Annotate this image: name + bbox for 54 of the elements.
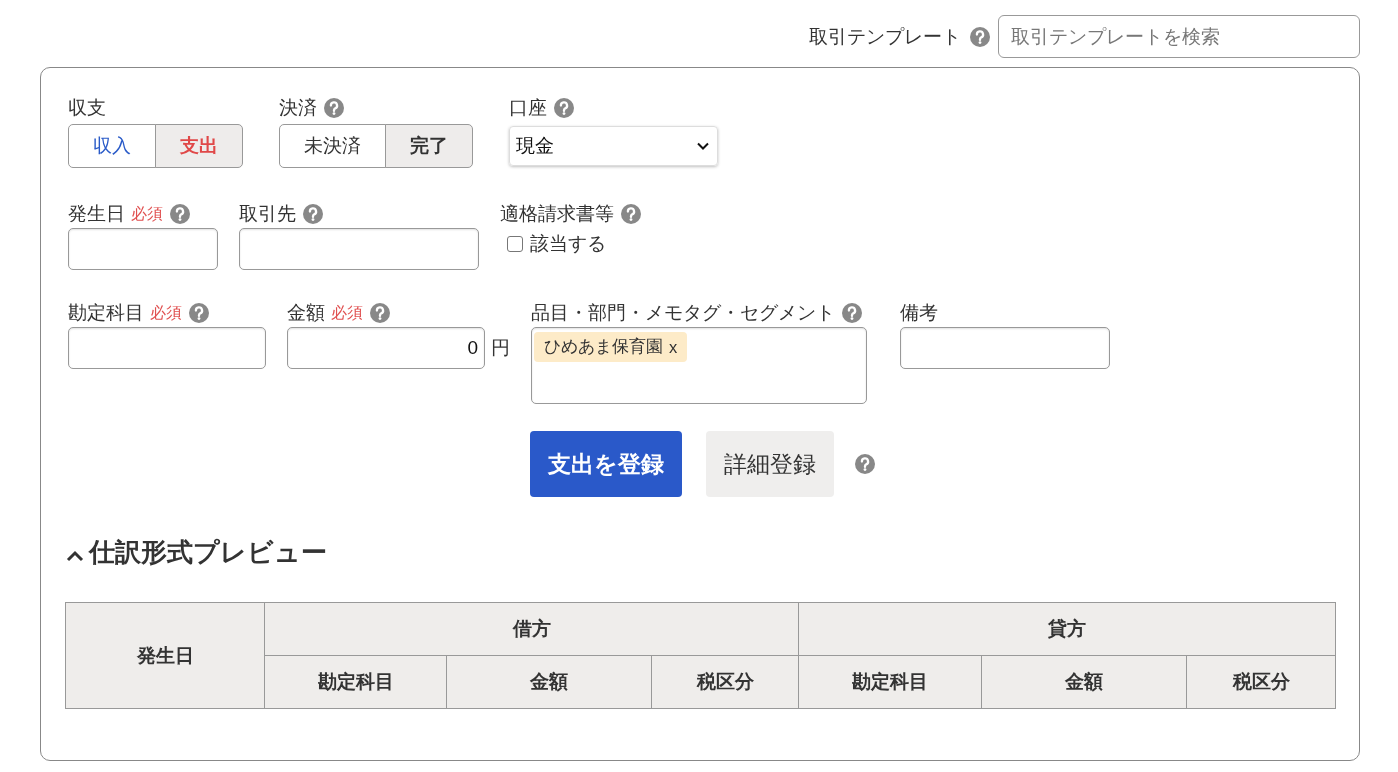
tag-label: ひめあま保育園 — [544, 336, 663, 357]
field-label: 収支 — [68, 96, 106, 120]
unit-label: 円 — [491, 336, 510, 360]
toggle-option[interactable]: 完了 — [385, 124, 473, 168]
account-select[interactable]: 現金 — [509, 126, 718, 166]
help-icon[interactable] — [621, 204, 641, 224]
field-label: 金額 — [287, 301, 325, 325]
field-label: 取引先 — [239, 202, 296, 226]
field-label: 発生日 — [68, 202, 125, 226]
help-icon[interactable] — [842, 303, 862, 323]
help-icon[interactable] — [370, 303, 390, 323]
field-label: 決済 — [279, 96, 317, 120]
field-label: 備考 — [900, 301, 938, 325]
help-icon[interactable] — [554, 98, 574, 118]
input-field[interactable] — [68, 327, 266, 369]
input-field[interactable] — [239, 228, 479, 270]
checkbox-label[interactable]: 該当する — [530, 231, 606, 257]
amount-field[interactable]: 0 — [287, 327, 485, 369]
column-header: 勘定科目 — [264, 655, 447, 709]
column-header: 金額 — [446, 655, 652, 709]
input-field[interactable] — [900, 327, 1110, 369]
column-header: 税区分 — [1186, 655, 1336, 709]
help-icon[interactable] — [970, 26, 990, 47]
column-header: 勘定科目 — [798, 655, 982, 709]
input-field[interactable] — [68, 228, 218, 270]
required-label: 必須 — [131, 203, 163, 224]
detail-register-button[interactable]: 詳細登録 — [706, 431, 834, 497]
toggle-option[interactable]: 未決済 — [279, 124, 386, 168]
column-header: 発生日 — [65, 602, 265, 709]
field-label: 勘定科目 — [68, 301, 144, 325]
field-label: 口座 — [509, 96, 547, 120]
required-label: 必須 — [150, 302, 182, 323]
remove-tag-button[interactable]: x — [669, 337, 678, 357]
chevron-down-icon — [697, 142, 709, 150]
help-icon[interactable] — [303, 204, 323, 224]
column-header: 借方 — [264, 602, 799, 656]
required-label: 必須 — [331, 302, 363, 323]
checkbox[interactable] — [507, 236, 523, 252]
section-title: 仕訳形式プレビュー — [89, 535, 327, 569]
tags-field[interactable]: ひめあま保育園 x — [531, 327, 867, 404]
search-field[interactable]: 取引テンプレートを検索 — [998, 15, 1360, 58]
column-header: 税区分 — [651, 655, 799, 709]
help-icon[interactable] — [855, 454, 875, 474]
help-icon[interactable] — [170, 204, 190, 224]
toggle-option[interactable]: 収入 — [68, 124, 156, 168]
field-label: 取引テンプレート — [809, 24, 961, 49]
register-button[interactable]: 支出を登録 — [530, 431, 682, 497]
field-label: 適格請求書等 — [500, 202, 614, 226]
field-label: 品目・部門・メモタグ・セグメント — [531, 301, 835, 325]
chevron-icon[interactable] — [66, 550, 84, 562]
column-header: 金額 — [981, 655, 1187, 709]
help-icon[interactable] — [324, 98, 344, 118]
help-icon[interactable] — [189, 303, 209, 323]
column-header: 貸方 — [798, 602, 1336, 656]
